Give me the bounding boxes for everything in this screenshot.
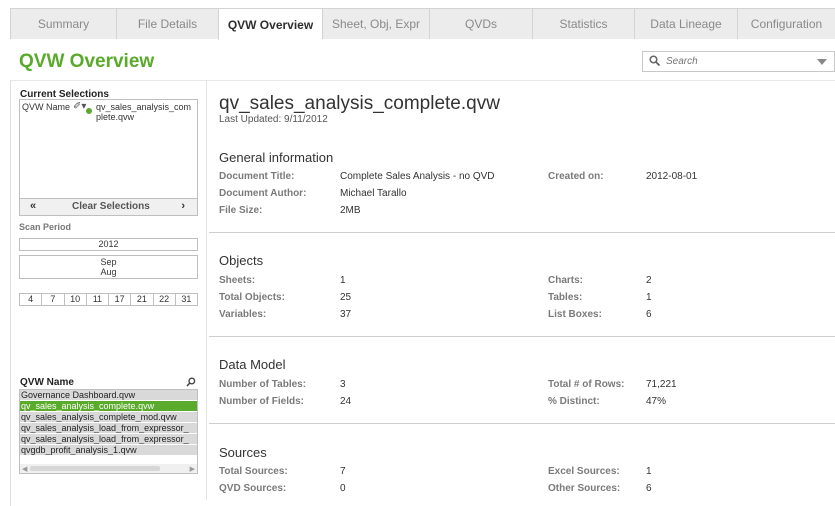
tab-qvds[interactable]: QVDs (429, 8, 532, 39)
field-label: Charts: (548, 275, 584, 286)
scan-period-title: Scan Period (19, 222, 72, 232)
tab-file-details[interactable]: File Details (116, 8, 218, 39)
listbox-search-icon[interactable] (186, 377, 196, 387)
day-item[interactable]: 31 (176, 294, 197, 305)
field-label: Excel Sources: (548, 466, 620, 477)
field-value: 24 (340, 396, 352, 407)
field-value: Complete Sales Analysis - no QVD (340, 171, 495, 182)
qvw-name-title: QVW Name (20, 377, 74, 388)
field-value: 71,221 (646, 379, 677, 390)
scrollbar-thumb[interactable] (30, 466, 160, 471)
field-value: 1 (340, 275, 346, 286)
data-model-section: Data Model Number of Tables: 3 Number of… (209, 357, 835, 417)
divider (209, 423, 835, 424)
tab-configuration[interactable]: Configuration (737, 8, 835, 39)
chevron-down-icon[interactable] (817, 59, 827, 65)
day-item[interactable]: 17 (109, 294, 132, 305)
field-label: Total Sources: (219, 466, 288, 477)
sources-section: Sources Total Sources: 7 QVD Sources: 0 … (209, 445, 835, 500)
search-box[interactable] (642, 51, 835, 72)
tab-sheet-obj-expr[interactable]: Sheet, Obj, Expr (322, 8, 429, 39)
search-icon (649, 55, 660, 66)
list-item[interactable]: qv_sales_analysis_load_from_expressor_ (20, 423, 197, 434)
field-label: Variables: (219, 309, 267, 320)
day-item[interactable]: 22 (154, 294, 176, 305)
section-heading: Data Model (219, 357, 286, 372)
list-item[interactable]: qvgdb_profit_analysis_1.qvw (20, 445, 197, 456)
list-item-selected[interactable]: qv_sales_analysis_complete.qvw (20, 401, 197, 412)
field-value: 2MB (340, 205, 361, 216)
tab-bar: Summary File Details QVW Overview Sheet,… (10, 8, 835, 40)
section-heading: General information (219, 150, 334, 165)
divider (209, 336, 835, 337)
field-value: 37 (340, 309, 352, 320)
tab-summary[interactable]: Summary (10, 8, 116, 39)
field-value: 0 (340, 483, 346, 494)
tab-qvw-overview[interactable]: QVW Overview (218, 8, 322, 40)
search-input[interactable] (666, 54, 806, 69)
selection-field-name: QVW Name (22, 102, 71, 112)
selection-value: qv_sales_analysis_complete.qvw (96, 102, 192, 122)
field-value: 7 (340, 466, 346, 477)
list-item[interactable]: qv_sales_analysis_complete_mod.qvw (20, 412, 197, 423)
day-listbox: 4 7 10 11 17 21 22 31 (19, 293, 198, 306)
clear-selections-bar: « Clear Selections › (19, 199, 198, 216)
tab-data-lineage[interactable]: Data Lineage (634, 8, 737, 39)
field-label: Document Author: (219, 188, 307, 199)
field-label: Other Sources: (548, 483, 621, 494)
field-value: 47% (646, 396, 667, 407)
selection-indicator-icon (86, 108, 92, 114)
field-label: Number of Tables: (219, 379, 307, 390)
page-title: QVW Overview (19, 51, 155, 72)
section-heading: Objects (219, 253, 264, 268)
qvw-name-listbox: Governance Dashboard.qvw qv_sales_analys… (19, 389, 198, 474)
horizontal-scrollbar[interactable]: ◀ ▶ (20, 464, 197, 473)
general-information-section: General information Document Title: Comp… (209, 149, 835, 229)
field-label: Total Objects: (219, 292, 285, 303)
clear-selections-button[interactable]: Clear Selections (72, 201, 150, 212)
tab-statistics[interactable]: Statistics (532, 8, 634, 39)
day-item[interactable]: 11 (87, 294, 109, 305)
field-label: Sheets: (219, 275, 256, 286)
field-value: 6 (646, 309, 652, 320)
selection-menu-icon[interactable]: ✐▾ (73, 101, 86, 112)
month-item[interactable]: Sep (20, 257, 197, 267)
field-value: 1 (646, 466, 652, 477)
field-value: 25 (340, 292, 352, 303)
field-value: Michael Tarallo (340, 188, 407, 199)
field-label: Created on: (548, 171, 604, 182)
field-value: 6 (646, 483, 652, 494)
year-listbox[interactable]: 2012 (19, 238, 198, 251)
field-label: Number of Fields: (219, 396, 305, 407)
field-label: List Boxes: (548, 309, 602, 320)
month-listbox[interactable]: Sep Aug (19, 255, 198, 279)
field-value: 2 (646, 275, 652, 286)
objects-section: Objects Sheets: 1 Total Objects: 25 Vari… (209, 253, 835, 328)
field-label: Total # of Rows: (548, 379, 625, 390)
month-item[interactable]: Aug (20, 267, 197, 277)
list-item[interactable]: Governance Dashboard.qvw (20, 390, 197, 401)
scroll-right-icon[interactable]: ▶ (190, 465, 195, 473)
day-item[interactable]: 7 (42, 294, 65, 305)
scroll-left-icon[interactable]: ◀ (22, 465, 27, 473)
day-item[interactable]: 21 (131, 294, 154, 305)
back-arrow-icon[interactable]: « (30, 200, 36, 212)
document-title: qv_sales_analysis_complete.qvw (219, 93, 500, 114)
field-label: Document Title: (219, 171, 295, 182)
section-heading: Sources (219, 445, 267, 460)
forward-arrow-icon[interactable]: › (181, 200, 185, 212)
day-item[interactable]: 10 (65, 294, 87, 305)
list-item[interactable]: qv_sales_analysis_load_from_expressor_ (20, 434, 197, 445)
field-label: File Size: (219, 205, 263, 216)
field-label: QVD Sources: (219, 483, 287, 494)
field-value: 2012-08-01 (646, 171, 698, 182)
field-value: 1 (646, 292, 652, 303)
day-item[interactable]: 4 (20, 294, 43, 305)
current-selections-box: QVW Name ✐▾ qv_sales_analysis_complete.q… (19, 99, 198, 199)
divider (209, 232, 835, 233)
field-value: 3 (340, 379, 346, 390)
last-updated: Last Updated: 9/11/2012 (219, 114, 328, 125)
field-label: % Distinct: (548, 396, 600, 407)
field-label: Tables: (548, 292, 583, 303)
